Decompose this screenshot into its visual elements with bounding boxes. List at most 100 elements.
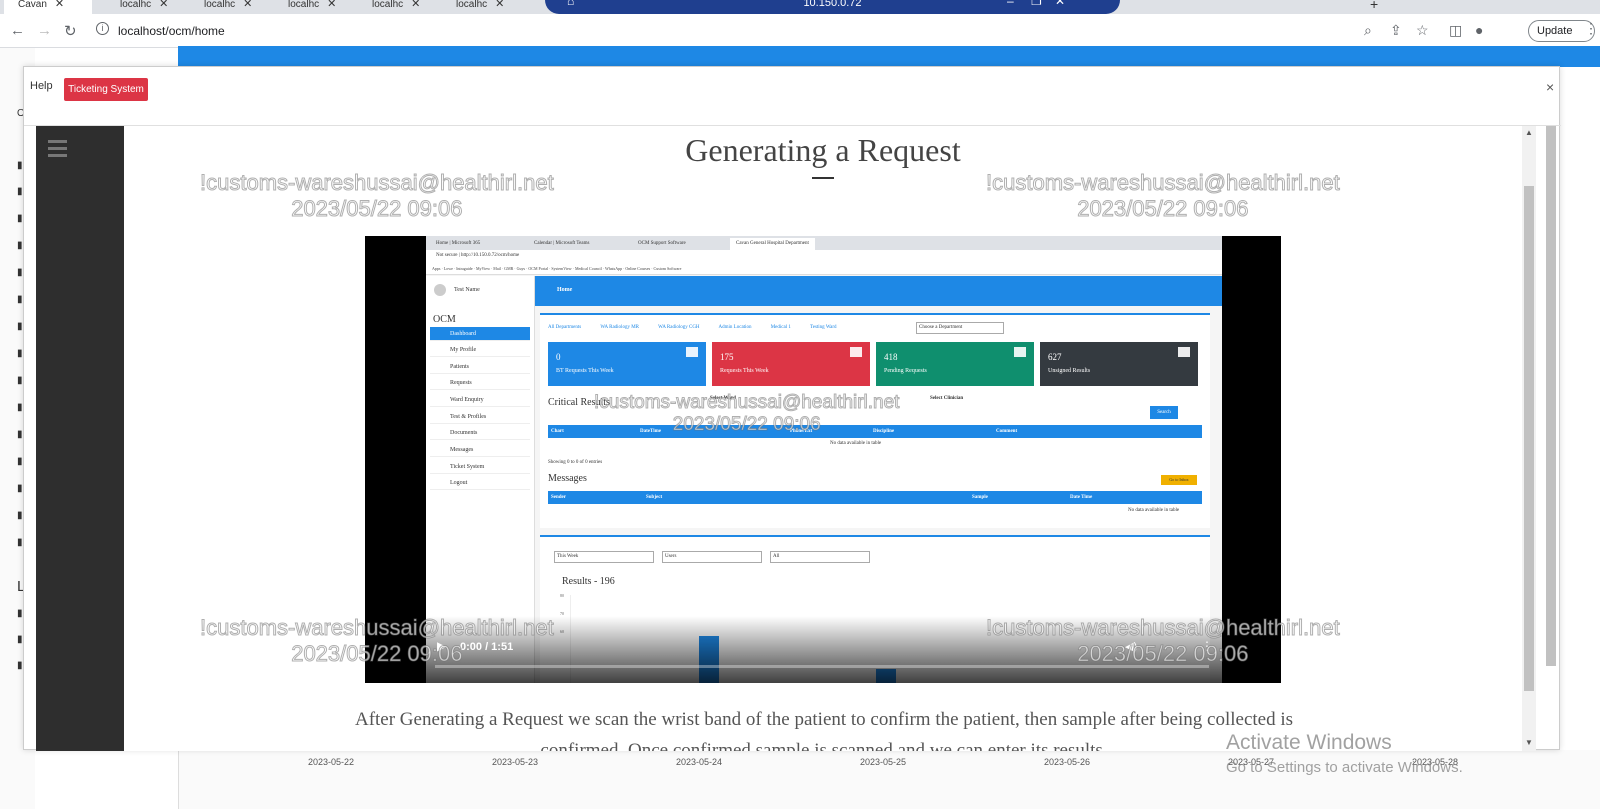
frame-stat-value: 627 bbox=[1048, 352, 1062, 362]
frame-results-title: Results - 196 bbox=[562, 576, 615, 587]
frame-header: Home bbox=[535, 276, 1222, 306]
watermark: !customs-wareshussai@healthirl.net 2023/0… bbox=[986, 170, 1341, 222]
frame-stat-value: 418 bbox=[884, 352, 898, 362]
frame-dept-tab: WA Radiology MR bbox=[600, 325, 639, 330]
minimize-icon[interactable]: – bbox=[1007, 0, 1014, 7]
frame-stat-value: 0 bbox=[556, 352, 561, 362]
frame-menu-item: Test & Profiles bbox=[430, 410, 530, 424]
browser-tab[interactable]: Cavan ✕ bbox=[4, 0, 92, 14]
browser-tab[interactable]: localhc ✕ bbox=[184, 0, 264, 14]
frame-col-header: Sender bbox=[551, 495, 566, 500]
remote-session-bar: ⌂ 10.150.0.72 – ❐ ✕ bbox=[545, 0, 1120, 14]
frame-stat-card: 175 Requests This Week bbox=[712, 342, 870, 386]
close-tab-icon[interactable]: ✕ bbox=[243, 0, 252, 10]
frame-no-data: No data available in table bbox=[1128, 508, 1180, 513]
sidebar-icon: ▮ bbox=[17, 608, 23, 619]
frame-tabs: Home | Microsoft 365 Calendar | Microsof… bbox=[426, 236, 1222, 250]
frame-messages-table-header: Sender Subject Sample Date Time bbox=[548, 491, 1202, 504]
frame-stat-label: Pending Requests bbox=[884, 368, 927, 374]
browser-tab-strip: Cavan ✕ localhc ✕ localhc ✕ localhc ✕ localh… bbox=[0, 0, 1600, 14]
frame-bookmarks: Apps · Lowe · Intraguide · MyView · Mail… bbox=[426, 263, 1222, 275]
pin-icon[interactable]: ⌂ bbox=[567, 0, 574, 7]
browser-tab[interactable]: localhc ✕ bbox=[352, 0, 432, 14]
date-tick: 2023-05-22 bbox=[308, 757, 355, 767]
file-plus-icon bbox=[850, 347, 862, 357]
bookmark-star-icon[interactable]: ☆ bbox=[1416, 22, 1429, 39]
share-icon[interactable]: ⇪ bbox=[1390, 22, 1402, 39]
zoom-icon[interactable]: ⌕ bbox=[1364, 22, 1372, 39]
frame-dept-tab: All Departments bbox=[548, 325, 582, 330]
document-paragraph: After Generating a Request we scan the w… bbox=[354, 709, 1294, 751]
activate-subtitle: Go to Settings to activate Windows. bbox=[1226, 759, 1463, 776]
frame-col-header: Sample bbox=[972, 495, 988, 500]
url-text[interactable]: localhost/ocm/home bbox=[118, 24, 225, 38]
close-tab-icon[interactable]: ✕ bbox=[55, 0, 64, 10]
document-sidebar bbox=[36, 126, 124, 751]
frame-menu-item: Dashboard bbox=[430, 327, 530, 341]
back-icon[interactable]: ← bbox=[10, 22, 25, 39]
sidebar-icon: ▮ bbox=[17, 429, 23, 440]
address-bar: ← → ↻ i localhost/ocm/home bbox=[0, 14, 1600, 48]
reload-icon[interactable]: ↻ bbox=[64, 22, 77, 40]
frame-col-header: Date Time bbox=[1070, 495, 1093, 500]
sidebar-icon: ▮ bbox=[17, 348, 23, 359]
scroll-down-icon[interactable]: ▼ bbox=[1525, 738, 1533, 747]
frame-go-inbox-button: Go to Inbox bbox=[1161, 475, 1197, 485]
watermark: !customs-wareshussai@healthirl.net 2023/0… bbox=[200, 170, 555, 222]
help-label: Help bbox=[30, 80, 53, 92]
profile-icon[interactable]: ● bbox=[1475, 22, 1483, 38]
info-icon[interactable]: i bbox=[96, 22, 109, 35]
frame-select-clinician: Select Clinician bbox=[930, 396, 964, 401]
frame-col-header: Chart bbox=[551, 429, 564, 434]
browser-menu-icon[interactable]: ⋮ bbox=[1584, 20, 1598, 37]
frame-tab: Calendar | Microsoft Teams bbox=[534, 241, 590, 246]
frame-department-tabs: All Departments WA Radiology MR WA Radio… bbox=[548, 325, 855, 330]
frame-stat-label: Requests This Week bbox=[720, 368, 769, 374]
document-scrollbar[interactable]: ▲ ▼ bbox=[1522, 126, 1536, 751]
sidebar-icon: ▮ bbox=[17, 483, 23, 494]
close-session-icon[interactable]: ✕ bbox=[1055, 0, 1065, 7]
frame-menu-item: Ticket System bbox=[430, 460, 530, 474]
forward-icon[interactable]: → bbox=[37, 22, 52, 39]
browser-tab[interactable]: localhc ✕ bbox=[268, 0, 348, 14]
sidebar-icon: ▮ bbox=[17, 510, 23, 521]
ticketing-system-button[interactable]: Ticketing System bbox=[64, 78, 148, 101]
sidebar-icon: ▮ bbox=[17, 537, 23, 548]
test-tubes-icon bbox=[1014, 347, 1026, 357]
close-tab-icon[interactable]: ✕ bbox=[327, 0, 336, 10]
screen: Cavan ✕ localhc ✕ localhc ✕ localhc ✕ localh… bbox=[0, 0, 1600, 809]
side-panel-icon[interactable]: ◫ bbox=[1449, 22, 1462, 39]
restore-icon[interactable]: ❐ bbox=[1031, 0, 1042, 7]
new-tab-icon[interactable]: + bbox=[1370, 0, 1390, 14]
sidebar-icon: ▮ bbox=[17, 213, 23, 224]
frame-showing-entries: Showing 0 to 0 of 0 entries bbox=[548, 460, 603, 465]
close-tab-icon[interactable]: ✕ bbox=[411, 0, 420, 10]
frame-tab: OCM Support Software bbox=[638, 241, 686, 246]
hamburger-menu-icon[interactable] bbox=[48, 140, 67, 161]
frame-menu-item: Requests bbox=[430, 376, 530, 390]
frame-stat-card: 627 Unsigned Results bbox=[1040, 342, 1198, 386]
omnibox[interactable]: i localhost/ocm/home bbox=[92, 19, 1492, 43]
frame-menu-item: Logout bbox=[430, 476, 530, 490]
document-icon bbox=[1178, 347, 1190, 357]
frame-menu-item: Patients bbox=[430, 360, 530, 374]
date-tick: 2023-05-23 bbox=[492, 757, 539, 767]
frame-no-data: No data available in table bbox=[830, 441, 882, 446]
page-scrollbar[interactable] bbox=[1546, 126, 1556, 666]
sidebar-icon: ▮ bbox=[17, 294, 23, 305]
sidebar-icon: ▮ bbox=[17, 160, 23, 171]
close-tab-icon[interactable]: ✕ bbox=[159, 0, 168, 10]
close-tab-icon[interactable]: ✕ bbox=[495, 0, 504, 10]
frame-stat-label: Unsigned Results bbox=[1048, 368, 1091, 374]
frame-dept-tab: WA Radiology CGH bbox=[658, 325, 700, 330]
frame-filter-select: Users bbox=[662, 551, 762, 563]
browser-tab[interactable]: localhc ✕ bbox=[100, 0, 180, 14]
watermark: !customs-wareshussai@healthirl.net 2023/0… bbox=[986, 615, 1341, 667]
avatar bbox=[434, 284, 446, 296]
close-icon[interactable]: × bbox=[1546, 79, 1554, 95]
scroll-thumb[interactable] bbox=[1524, 186, 1534, 691]
browser-tab[interactable]: localhc ✕ bbox=[436, 0, 516, 14]
sidebar-icon: ▮ bbox=[17, 660, 23, 671]
frame-app-name: OCM bbox=[433, 314, 456, 325]
scroll-up-icon[interactable]: ▲ bbox=[1525, 128, 1533, 137]
